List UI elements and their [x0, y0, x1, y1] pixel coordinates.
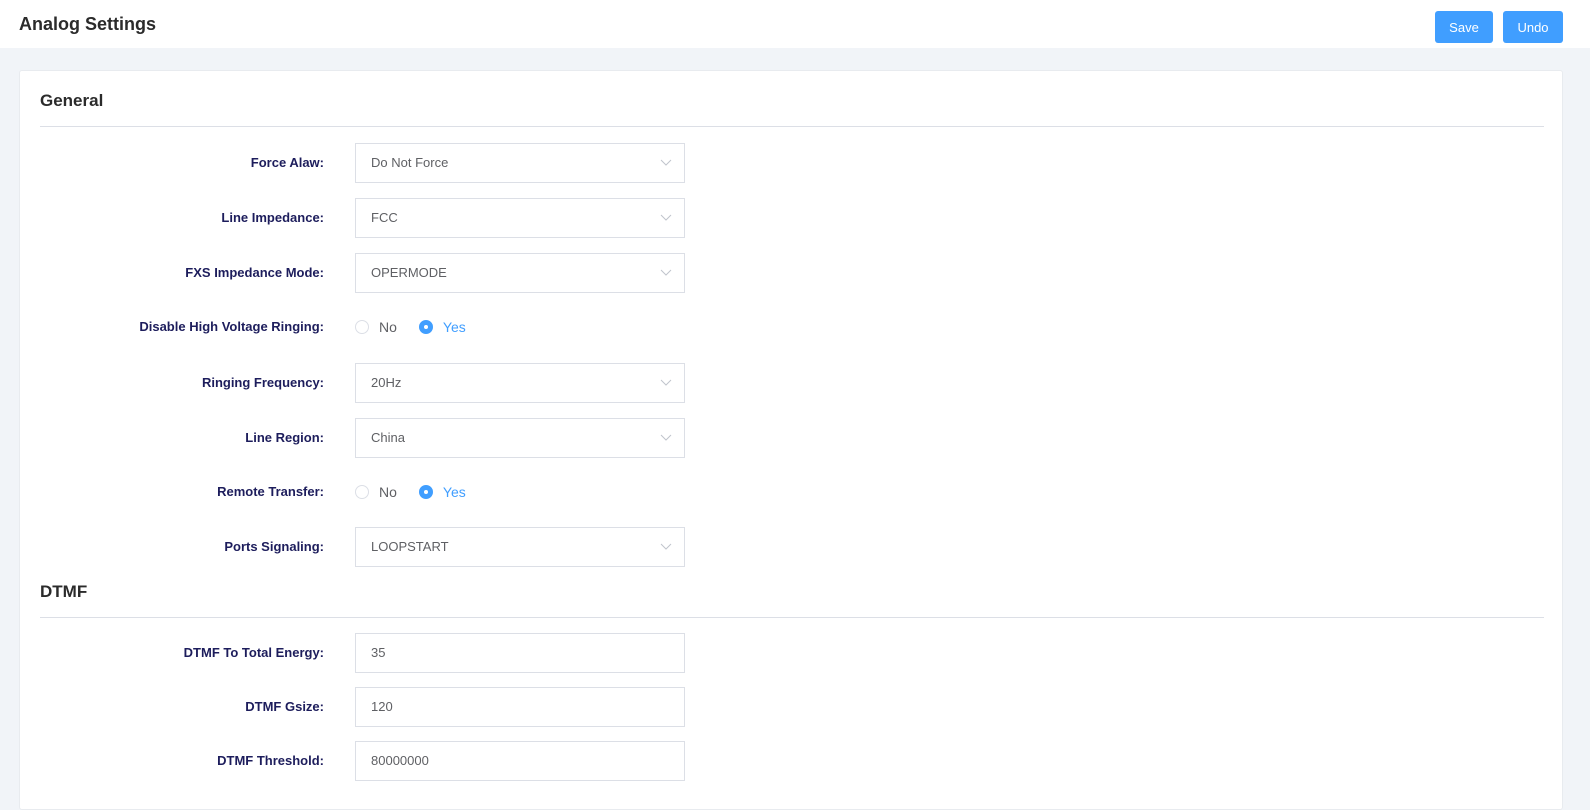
radio-label: No — [379, 484, 397, 500]
section-title-general: General — [40, 91, 104, 110]
radio-yes[interactable]: Yes — [418, 319, 466, 335]
select-value: Do Not Force — [371, 155, 449, 170]
field-label: FXS Impedance Mode: — [185, 265, 324, 280]
field-ports-signaling: Ports Signaling: LOOPSTART — [20, 527, 720, 567]
radio-yes[interactable]: Yes — [418, 484, 466, 500]
field-dtmf-gsize: DTMF Gsize: 120 — [20, 687, 720, 727]
field-label: DTMF Threshold: — [217, 753, 324, 768]
field-label: Ringing Frequency: — [201, 375, 324, 390]
radio-label: Yes — [442, 319, 466, 335]
select-value: 20Hz — [371, 375, 402, 390]
field-label: DTMF Gsize: — [245, 699, 324, 714]
select-value: LOOPSTART — [371, 539, 449, 554]
ringing-frequency-select[interactable]: 20Hz — [355, 363, 685, 403]
chevron-down-icon — [660, 379, 672, 386]
dtmf-threshold-input[interactable]: 80000000 — [355, 741, 685, 781]
field-label: Line Impedance: — [221, 210, 324, 225]
radio-circle[interactable] — [418, 320, 433, 334]
field-ringing-frequency: Ringing Frequency: 20Hz — [20, 363, 720, 403]
divider — [40, 126, 1544, 127]
field-label: Line Region: — [245, 430, 324, 445]
disable-high-voltage-ringing-radio-group: No Yes — [355, 307, 488, 347]
radio-circle[interactable] — [355, 320, 369, 334]
field-label: Ports Signaling: — [224, 539, 324, 554]
radio-circle[interactable] — [355, 485, 369, 499]
field-dtmf-total-energy: DTMF To Total Energy: 35 — [20, 633, 720, 673]
select-value: China — [371, 430, 405, 445]
select-value: FCC — [371, 210, 398, 225]
remote-transfer-radio-group: No Yes — [355, 472, 488, 512]
field-label: Remote Transfer: — [217, 484, 324, 499]
radio-circle[interactable] — [418, 485, 433, 499]
field-force-alaw: Force Alaw: Do Not Force — [20, 143, 720, 183]
line-impedance-select[interactable]: FCC — [355, 198, 685, 238]
field-line-impedance: Line Impedance: FCC — [20, 198, 720, 238]
field-line-region: Line Region: China — [20, 418, 720, 458]
radio-no[interactable]: No — [355, 484, 397, 500]
field-fxs-impedance-mode: FXS Impedance Mode: OPERMODE — [20, 253, 720, 293]
chevron-down-icon — [660, 543, 672, 550]
dtmf-gsize-input[interactable]: 120 — [355, 687, 685, 727]
section-title-dtmf: DTMF — [40, 582, 88, 601]
save-button[interactable]: Save — [1435, 11, 1493, 43]
field-label: Disable High Voltage Ringing: — [139, 319, 324, 334]
chevron-down-icon — [660, 434, 672, 441]
settings-card: General Force Alaw: Do Not Force Line Im… — [19, 70, 1563, 810]
input-value: 35 — [371, 645, 386, 660]
undo-button[interactable]: Undo — [1503, 11, 1563, 43]
field-label: Force Alaw: — [250, 155, 324, 170]
line-region-select[interactable]: China — [355, 418, 685, 458]
top-bar: Analog Settings Save Undo — [0, 0, 1590, 48]
radio-label: Yes — [442, 484, 466, 500]
field-disable-high-voltage-ringing: Disable High Voltage Ringing: No Yes — [20, 307, 720, 347]
divider — [40, 617, 1544, 618]
select-value: OPERMODE — [371, 265, 447, 280]
field-label: DTMF To Total Energy: — [183, 645, 324, 660]
chevron-down-icon — [660, 214, 672, 221]
radio-no[interactable]: No — [355, 319, 397, 335]
radio-label: No — [379, 319, 397, 335]
force-alaw-select[interactable]: Do Not Force — [355, 143, 685, 183]
page-title: Analog Settings — [19, 14, 157, 34]
chevron-down-icon — [660, 269, 672, 276]
fxs-impedance-mode-select[interactable]: OPERMODE — [355, 253, 685, 293]
ports-signaling-select[interactable]: LOOPSTART — [355, 527, 685, 567]
dtmf-total-energy-input[interactable]: 35 — [355, 633, 685, 673]
field-dtmf-threshold: DTMF Threshold: 80000000 — [20, 741, 720, 781]
input-value: 120 — [371, 699, 393, 714]
input-value: 80000000 — [371, 753, 429, 768]
field-remote-transfer: Remote Transfer: No Yes — [20, 472, 720, 512]
chevron-down-icon — [660, 159, 672, 166]
